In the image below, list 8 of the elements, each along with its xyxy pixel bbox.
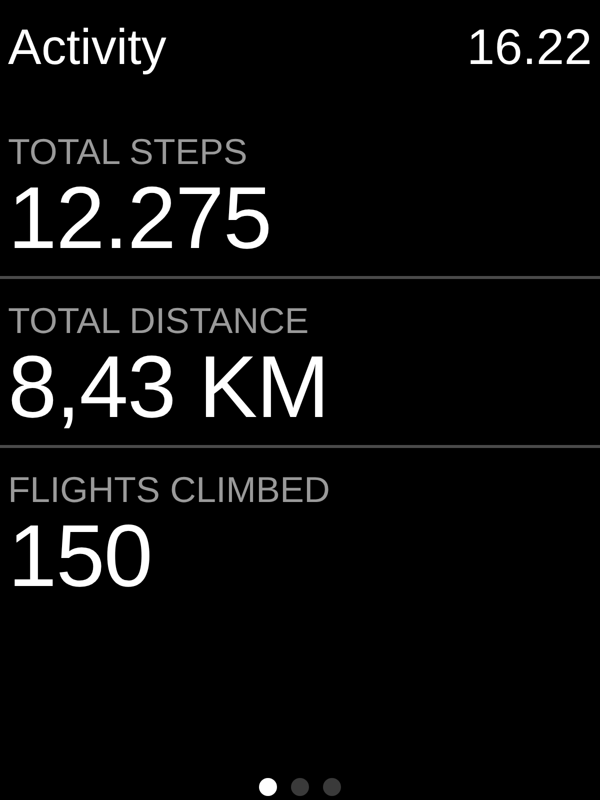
metric-label: TOTAL DISTANCE (8, 300, 310, 341)
metric-value: 12.275 (8, 172, 272, 269)
metric-value: 150 (8, 510, 153, 607)
metric-value: 8,43 KM (8, 340, 330, 438)
clock-time: 16.22 (466, 22, 592, 72)
metric-label: FLIGHTS CLIMBED (8, 470, 332, 510)
metric-label: TOTAL STEPS (8, 132, 248, 172)
app-title: Activity (8, 22, 166, 72)
